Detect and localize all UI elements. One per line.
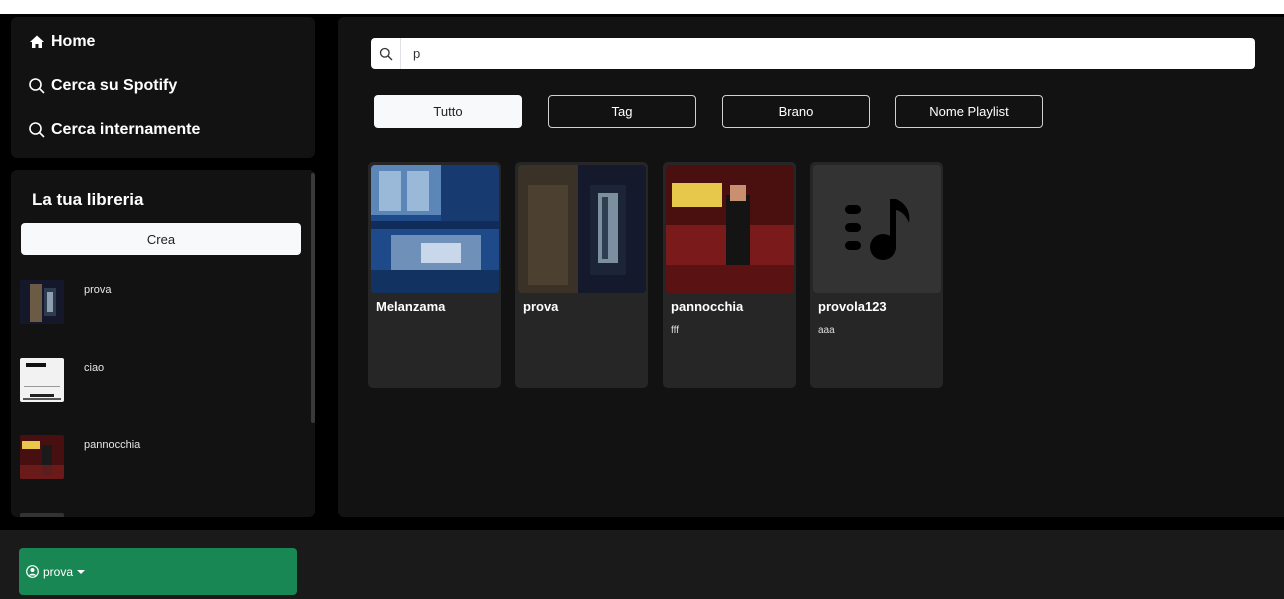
nav-internal-search-label: Cerca internamente: [51, 121, 201, 138]
library-title: La tua libreria: [32, 190, 144, 209]
result-card[interactable]: provola123 aaa: [810, 162, 943, 388]
search-input[interactable]: [401, 39, 1255, 68]
user-menu-button[interactable]: prova: [19, 548, 297, 595]
library-item[interactable]: ciao: [20, 358, 104, 402]
card-title: prova: [523, 299, 559, 314]
library-item-label: prova: [84, 284, 112, 296]
card-subtitle: fff: [671, 325, 679, 336]
album-cover-blue: [371, 165, 499, 293]
playlist-cover-elvis: [20, 435, 64, 479]
nav-spotify-search-label: Cerca su Spotify: [51, 77, 178, 94]
album-cover-elvis: [666, 165, 794, 293]
playlist-cover-door: [20, 280, 64, 324]
create-playlist-button[interactable]: Crea: [21, 223, 301, 255]
top-strip: [0, 0, 1284, 14]
library-item-label: pannocchia: [84, 439, 141, 451]
filter-tutto[interactable]: Tutto: [374, 95, 522, 128]
search-icon: [371, 38, 401, 69]
library-item-partial: [20, 513, 64, 517]
home-icon: [27, 32, 47, 52]
caret-down-icon: [77, 568, 86, 576]
nav-panel: Home Cerca su Spotify Cerca internamente: [11, 17, 315, 158]
result-card[interactable]: Melanzama: [368, 162, 501, 388]
library-panel: La tua libreria Crea prova ciao pannocch…: [11, 170, 315, 517]
filter-nome-playlist[interactable]: Nome Playlist: [895, 95, 1043, 128]
main-panel: Tutto Tag Brano Nome Playlist Melanzama: [338, 17, 1284, 517]
result-card[interactable]: pannocchia fff: [663, 162, 796, 388]
library-scrollbar[interactable]: [311, 173, 315, 423]
nav-internal-search[interactable]: Cerca internamente: [27, 119, 299, 141]
card-subtitle: aaa: [818, 325, 835, 336]
card-title: pannocchia: [671, 299, 744, 314]
search-bar: [371, 38, 1255, 69]
library-item[interactable]: pannocchia: [20, 435, 140, 479]
user-name: prova: [43, 564, 74, 579]
album-cover-door: [518, 165, 646, 293]
filter-brano[interactable]: Brano: [722, 95, 870, 128]
user-circle-icon: [26, 565, 39, 578]
nav-home-label: Home: [51, 33, 96, 50]
search-icon: [27, 76, 47, 96]
music-note-icon: [813, 165, 941, 293]
library-item-label: ciao: [84, 362, 105, 374]
filter-tag[interactable]: Tag: [548, 95, 696, 128]
result-card[interactable]: prova: [515, 162, 648, 388]
nav-home[interactable]: Home: [27, 31, 299, 53]
nav-spotify-search[interactable]: Cerca su Spotify: [27, 75, 299, 97]
library-item[interactable]: prova: [20, 280, 112, 324]
card-title: provola123: [818, 299, 887, 314]
playlist-cover-seven: [20, 358, 64, 402]
card-title: Melanzama: [376, 299, 446, 314]
search-icon: [27, 120, 47, 140]
